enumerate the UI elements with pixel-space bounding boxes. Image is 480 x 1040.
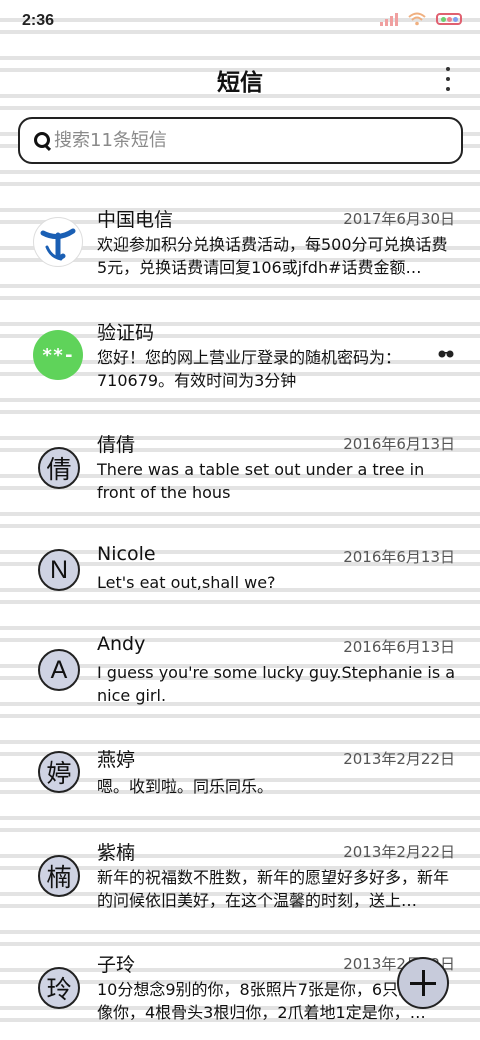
conversation-date: 2017年6月30日	[343, 210, 455, 228]
telecom-logo-icon	[33, 217, 83, 267]
conversation-preview: 欢迎参加积分兑换话费活动，每500分可兑换话费5元，兑换话费请回复106或jfd…	[97, 235, 448, 277]
avatar: A	[38, 649, 80, 691]
conversation-preview: 新年的祝福数不胜数，新年的愿望好多好多，新年的问候依旧美好，在这个温馨的时刻，送…	[97, 868, 450, 910]
wifi-icon	[408, 12, 426, 26]
conversation-name: 子玲	[97, 954, 136, 976]
conversation-date: 2016年6月13日	[343, 548, 455, 566]
conversation-preview: 您好！您的网上营业厅登录的随机密码为：710679。有效时间为3分钟	[97, 348, 402, 390]
app-header: 短信	[0, 55, 480, 101]
conversation-name: 燕婷	[97, 749, 136, 771]
avatar: 倩	[38, 447, 80, 489]
avatar: **-	[33, 330, 83, 380]
avatar: N	[38, 549, 80, 591]
status-bar: 2:36	[0, 0, 480, 44]
conversation-item[interactable]: 楠 紫楠 2013年2月22日 新年的祝福数不胜数，新年的愿望好多好多，新年的问…	[0, 828, 480, 928]
conversation-name: 倩倩	[97, 434, 136, 456]
compose-button[interactable]	[397, 957, 449, 1009]
search-input[interactable]	[54, 130, 434, 151]
conversation-date: 2016年6月13日	[343, 435, 455, 453]
conversation-item[interactable]: N Nicole 2016年6月13日 Let's eat out,shall …	[0, 533, 480, 633]
conversation-date: 2013年2月22日	[343, 843, 455, 861]
conversation-preview: 嗯。收到啦。同乐同乐。	[97, 777, 274, 796]
conversation-date: 2016年6月13日	[343, 638, 455, 656]
conversation-name: 中国电信	[97, 209, 174, 231]
avatar: 楠	[38, 855, 80, 897]
conversation-item[interactable]: **- 验证码 您好！您的网上营业厅登录的随机密码为：710679。有效时间为3…	[0, 308, 480, 408]
more-options-icon[interactable]	[442, 67, 454, 91]
status-time: 2:36	[22, 12, 55, 29]
sunglasses-icon	[438, 349, 454, 362]
search-bar[interactable]	[18, 117, 463, 164]
conversation-name: 紫楠	[97, 842, 136, 864]
conversation-preview: I guess you're some lucky guy.Stephanie …	[97, 663, 456, 705]
conversation-item[interactable]: A Andy 2016年6月13日 I guess you're some lu…	[0, 623, 480, 723]
page-title: 短信	[217, 70, 263, 96]
conversation-item[interactable]: 中国电信 2017年6月30日 欢迎参加积分兑换话费活动，每500分可兑换话费5…	[0, 195, 480, 295]
conversation-name: Andy	[97, 633, 146, 655]
conversation-name: 验证码	[97, 322, 155, 344]
conversation-preview: There was a table set out under a tree i…	[97, 460, 425, 502]
conversation-date: 2013年2月22日	[343, 750, 455, 768]
status-icons	[380, 12, 462, 26]
avatar: 婷	[38, 751, 80, 793]
conversation-name: Nicole	[97, 543, 156, 565]
search-icon	[34, 131, 52, 150]
conversation-item[interactable]: 倩 倩倩 2016年6月13日 There was a table set ou…	[0, 420, 480, 520]
battery-icon	[436, 13, 462, 25]
conversation-item[interactable]: 婷 燕婷 2013年2月22日 嗯。收到啦。同乐同乐。	[0, 735, 480, 835]
signal-icon	[380, 12, 398, 26]
conversation-preview: Let's eat out,shall we?	[97, 573, 276, 592]
avatar: 玲	[38, 967, 80, 1009]
